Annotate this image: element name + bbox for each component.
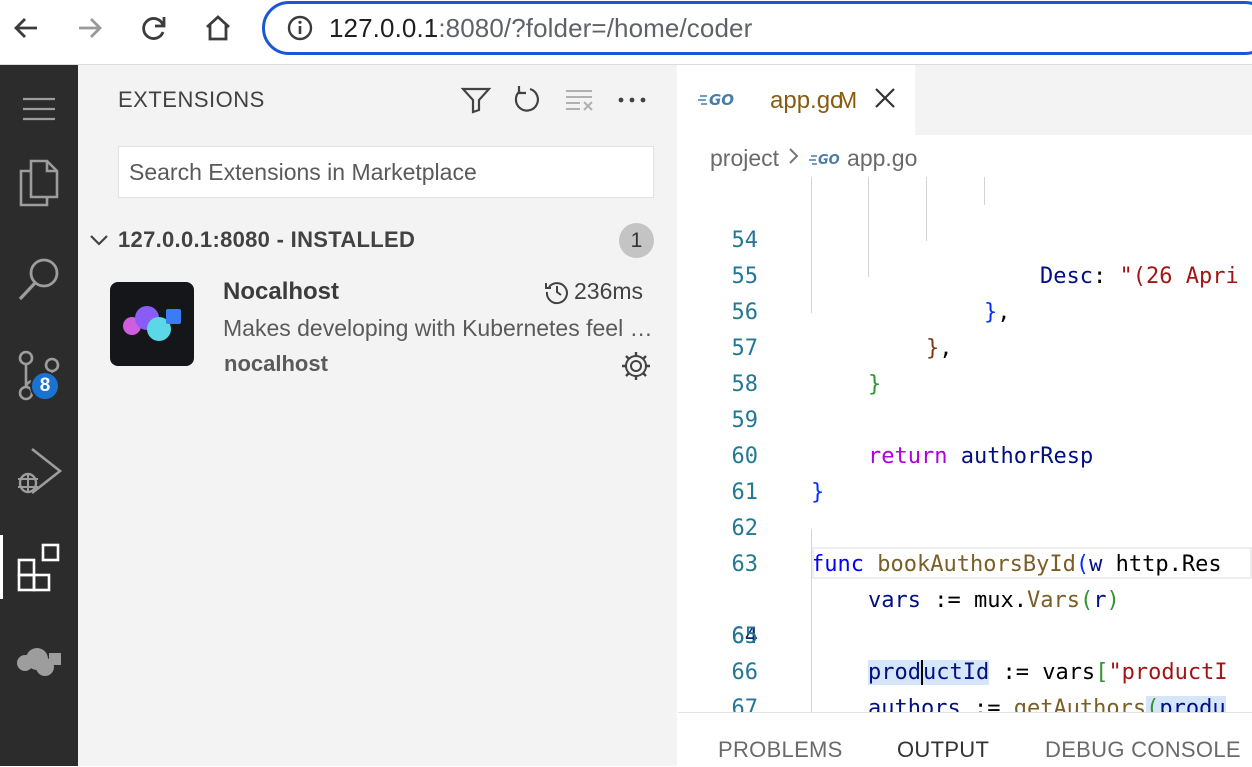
source-control-button[interactable]: 8 — [0, 343, 78, 407]
home-button[interactable] — [200, 10, 236, 46]
tab-app-go[interactable]: GO app.go M — [678, 65, 915, 135]
gear-icon — [622, 352, 650, 380]
activation-time: 236ms — [544, 278, 643, 305]
url-path: :8080/?folder=/home/coder — [438, 12, 753, 43]
refresh-icon — [514, 86, 539, 112]
code-line: 55 }, — [678, 223, 1252, 325]
more-actions-button[interactable] — [615, 83, 649, 117]
filter-icon — [461, 87, 491, 114]
count-badge: 1 — [619, 223, 654, 258]
history-icon — [545, 281, 568, 304]
nocalhost-logo — [110, 282, 194, 366]
extensions-button[interactable] — [0, 535, 78, 599]
forward-button[interactable] — [72, 10, 108, 46]
tab-file-name: app.go — [770, 87, 844, 114]
search-input[interactable] — [119, 157, 653, 187]
site-info-icon[interactable] — [285, 13, 315, 43]
chevron-down-icon — [90, 235, 108, 246]
code-line: 56 }, — [678, 259, 1252, 361]
breadcrumb-folder[interactable]: project — [710, 145, 779, 172]
code-line: 54 Desc: "(26 Apri — [678, 187, 1252, 289]
home-icon — [206, 15, 230, 41]
code-line-current: 64 productId := vars["productI — [678, 547, 1252, 685]
breadcrumb: project GO app.go — [710, 145, 917, 172]
close-icon — [875, 88, 895, 108]
explorer-button[interactable] — [0, 151, 78, 215]
activity-bar: 8 — [0, 65, 78, 766]
extension-name: Nocalhost — [223, 278, 340, 305]
forward-arrow-icon — [79, 18, 102, 38]
explorer-icon — [19, 159, 59, 207]
code-line: 61 — [678, 439, 1252, 505]
svg-text:GO: GO — [818, 153, 840, 168]
menu-button[interactable] — [0, 77, 78, 141]
clear-search-button[interactable] — [563, 83, 597, 117]
extensions-sidebar: EXTENSIONS 127.0.0.1:8080 - INSTALLED 1 … — [78, 65, 677, 766]
code-line: 57 } — [678, 295, 1252, 397]
installed-section-header[interactable]: 127.0.0.1:8080 - INSTALLED 1 — [78, 221, 677, 261]
code-line: 62 func bookAuthorsById(w http.Res — [678, 475, 1252, 577]
nocalhost-button[interactable] — [0, 631, 78, 695]
manage-extension-button[interactable] — [620, 350, 652, 382]
search-button[interactable] — [0, 247, 78, 311]
tab-debug-console[interactable]: DEBUG CONSOLE — [1045, 737, 1241, 763]
go-file-icon: GO — [698, 91, 734, 109]
breadcrumb-file[interactable]: app.go — [847, 145, 917, 172]
code-line: 65 — [678, 583, 1252, 649]
go-file-icon: GO — [809, 153, 840, 168]
code-line: 66 authors := getAuthors(produ — [678, 619, 1252, 712]
source-control-badge: 8 — [30, 371, 60, 401]
section-label: 127.0.0.1:8080 - INSTALLED — [118, 227, 416, 252]
extensions-icon — [17, 543, 59, 592]
reload-button[interactable] — [136, 10, 172, 46]
run-debug-button[interactable] — [0, 439, 78, 503]
address-bar[interactable]: 127.0.0.1:8080/?folder=/home/coder — [262, 1, 1252, 55]
code-line: 68 — [678, 691, 1252, 712]
sidebar-title: EXTENSIONS — [118, 87, 265, 112]
code-line: 67 resp, err := json.Marshal(a — [678, 655, 1252, 712]
tab-output[interactable]: OUTPUT — [897, 737, 989, 763]
reload-icon — [142, 17, 166, 40]
back-button[interactable] — [8, 10, 44, 46]
editor-tabs: GO app.go M — [678, 65, 1252, 135]
url-host: 127.0.0.1 — [329, 12, 439, 43]
activation-time-text: 236ms — [574, 278, 644, 304]
ellipsis-icon — [618, 97, 646, 103]
clear-results-icon — [566, 90, 593, 111]
editor-area: GO app.go M project GO app.go 54 Desc: "… — [678, 65, 1252, 766]
svg-text:GO: GO — [709, 91, 734, 109]
modified-indicator: M — [838, 87, 858, 113]
code-editor[interactable]: 54 Desc: "(26 Apri 55 }, 56 }, 57 } 58 5… — [678, 177, 1252, 712]
browser-toolbar: 127.0.0.1:8080/?folder=/home/coder — [0, 0, 1252, 65]
refresh-button[interactable] — [510, 83, 544, 117]
extension-description: Makes developing with Kubernetes feel li… — [223, 315, 653, 341]
extension-publisher: nocalhost — [224, 351, 328, 376]
nocalhost-icon — [17, 648, 61, 676]
search-icon — [18, 258, 59, 301]
url-text: 127.0.0.1:8080/?folder=/home/coder — [329, 13, 752, 44]
close-tab-button[interactable] — [874, 87, 896, 113]
back-arrow-icon — [14, 18, 37, 38]
code-line: 60 } — [678, 403, 1252, 505]
menu-icon — [23, 97, 55, 121]
code-line: 59 return authorResp — [678, 367, 1252, 469]
extensions-search — [118, 146, 654, 198]
run-debug-icon — [18, 447, 63, 495]
code-line: 58 — [678, 331, 1252, 397]
filter-button[interactable] — [459, 83, 493, 117]
breadcrumb-separator-icon — [787, 145, 801, 172]
code-line: 63 vars := mux.Vars(r) — [678, 511, 1252, 613]
bottom-panel: PROBLEMS OUTPUT DEBUG CONSOLE — [678, 712, 1252, 767]
extension-item-nocalhost[interactable]: Nocalhost 236ms Makes developing with Ku… — [78, 270, 677, 380]
tab-problems[interactable]: PROBLEMS — [718, 737, 843, 763]
